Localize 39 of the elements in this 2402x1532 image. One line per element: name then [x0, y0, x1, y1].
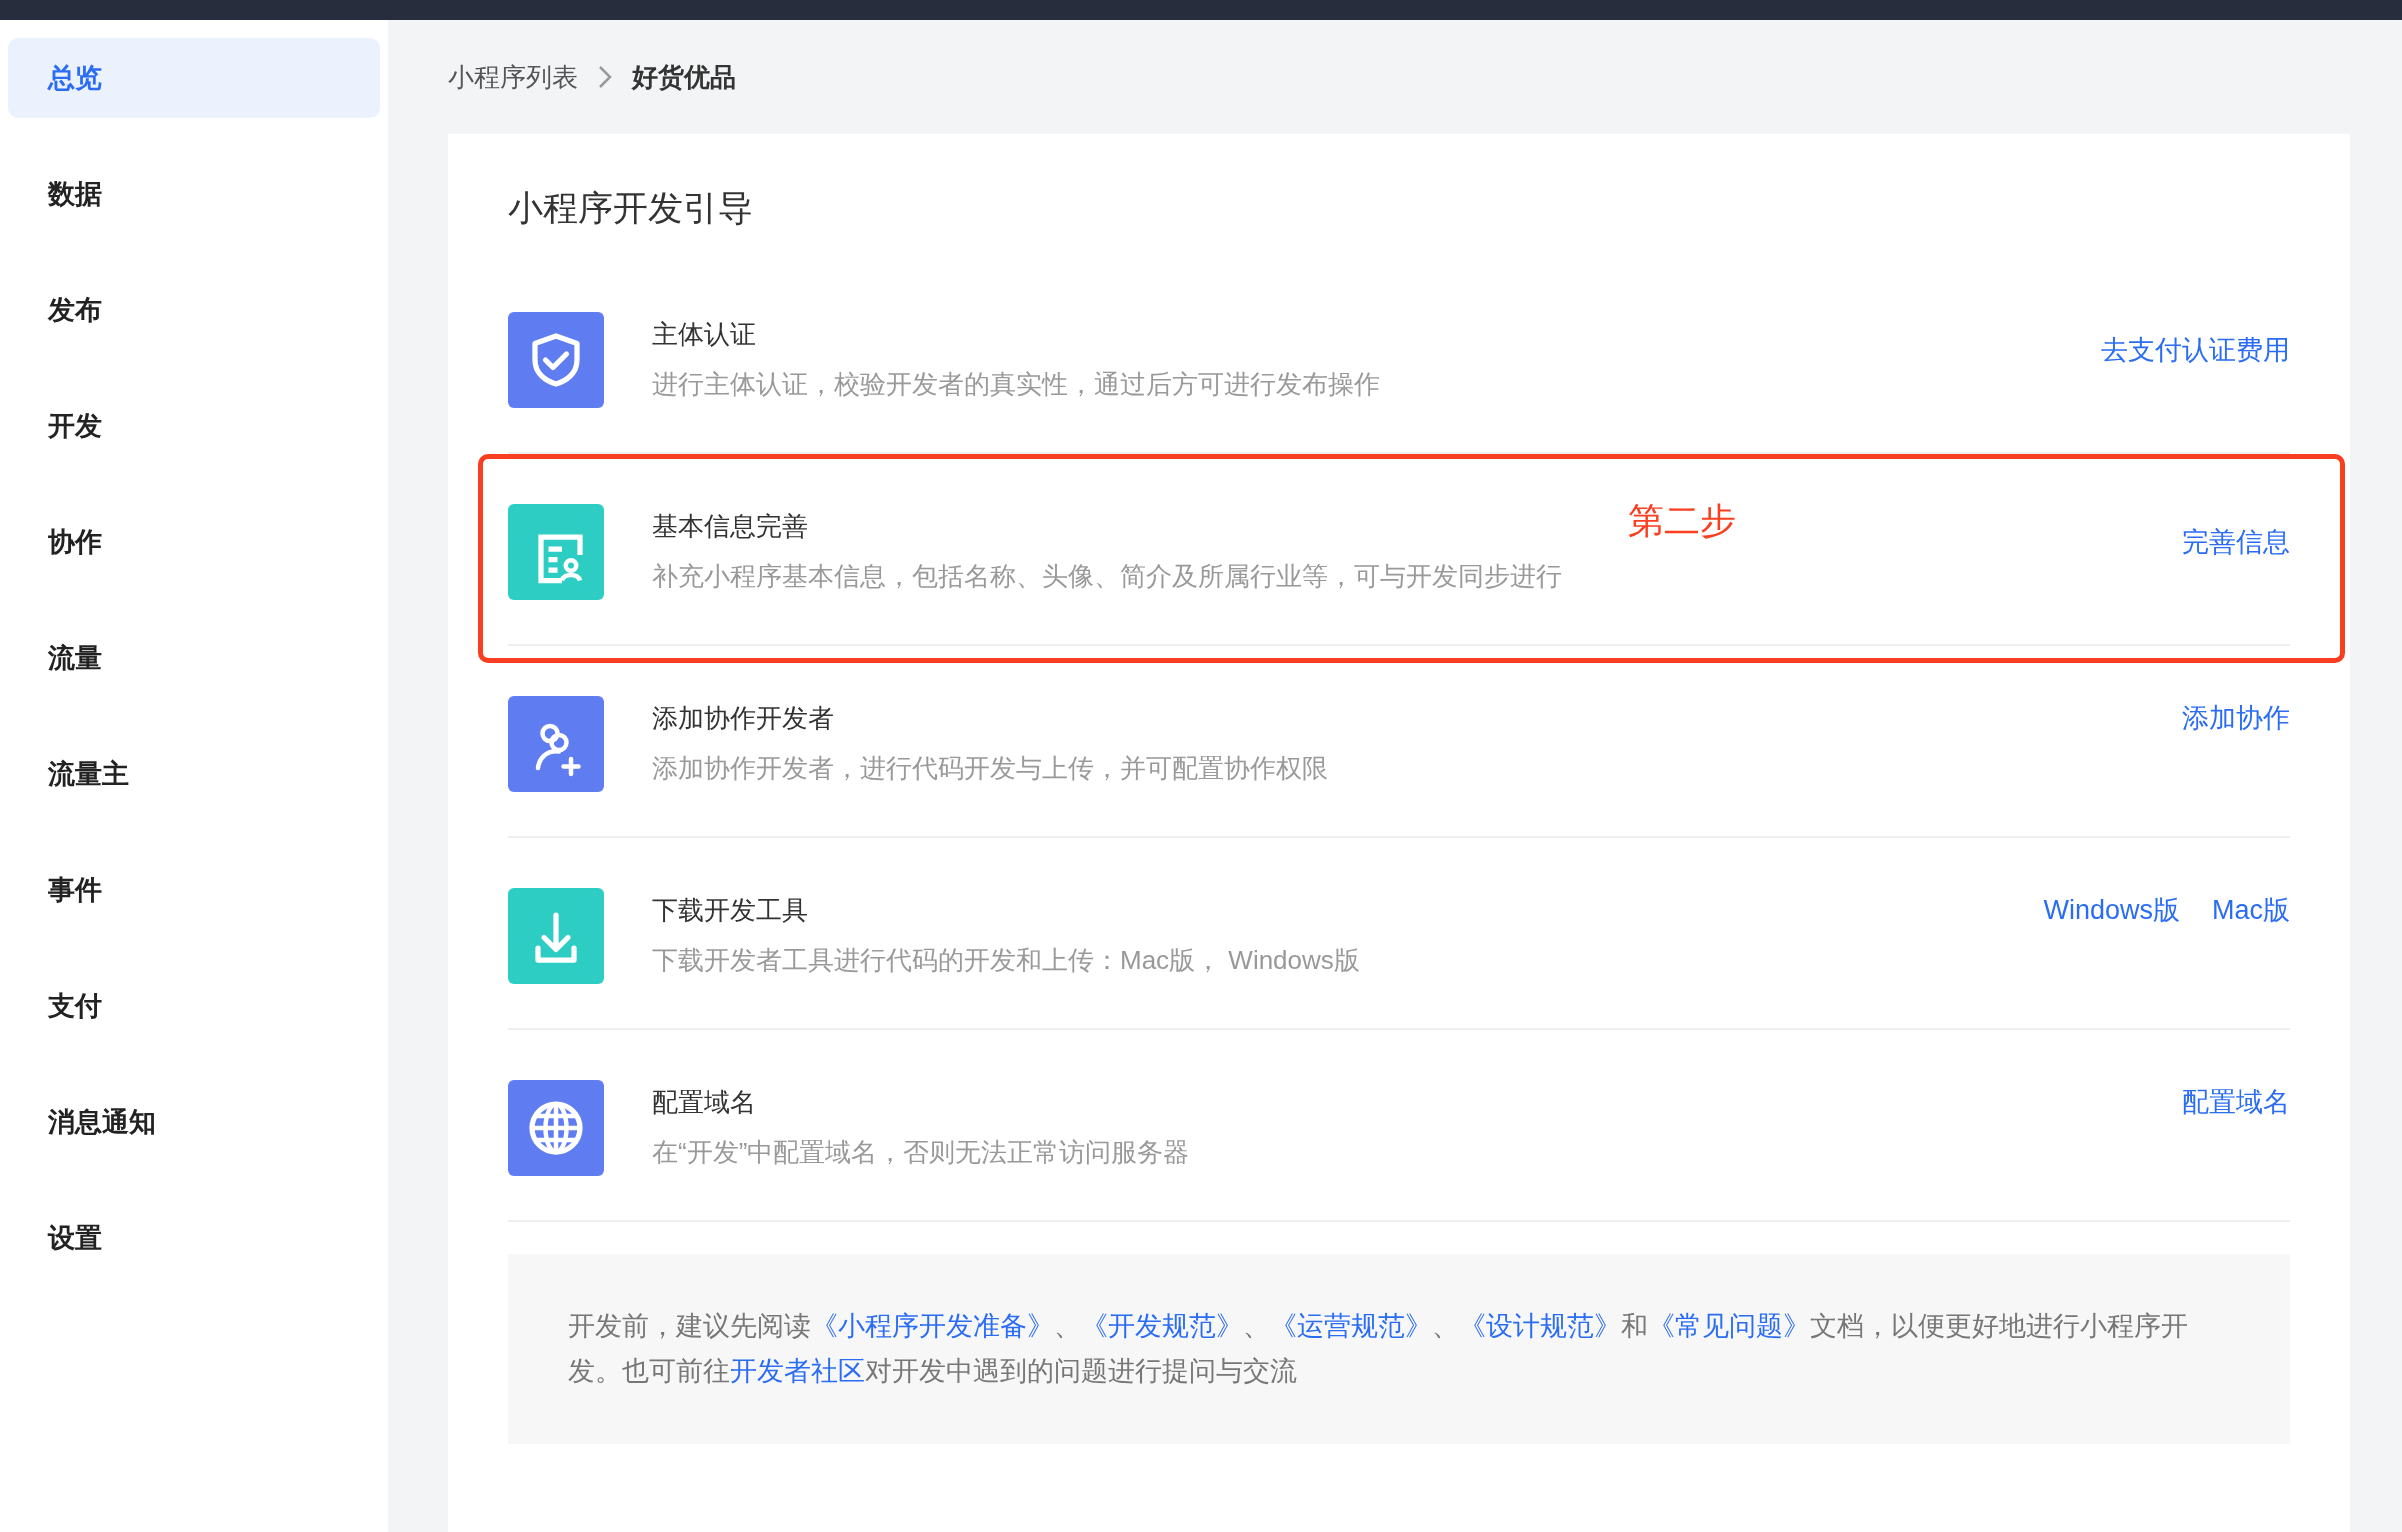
sidebar-item[interactable]: 消息通知: [8, 1082, 380, 1162]
action-link[interactable]: 去支付认证费用: [2101, 332, 2290, 368]
step-title: 基本信息完善: [652, 510, 809, 543]
action-link[interactable]: 配置域名: [2182, 1084, 2290, 1120]
doc-link[interactable]: 开发者社区: [730, 1356, 865, 1386]
step-description: 在“开发”中配置域名，否则无法正常访问服务器: [652, 1136, 1190, 1169]
action-link[interactable]: Mac版: [2212, 892, 2290, 928]
chevron-icon: [598, 65, 612, 89]
step-title: 添加协作开发者: [652, 702, 835, 735]
step-title: 下载开发工具: [652, 894, 809, 927]
sidebar-item[interactable]: 流量主: [8, 734, 380, 814]
breadcrumb-current: 好货优品: [632, 60, 736, 94]
sidebar-item[interactable]: 数据: [8, 154, 380, 234]
sidebar-item[interactable]: 发布: [8, 270, 380, 350]
sidebar-item[interactable]: 协作: [8, 502, 380, 582]
annotation-label: 第二步: [1628, 499, 1736, 543]
step-title: 配置域名: [652, 1086, 757, 1119]
card-title: 小程序开发引导: [508, 187, 754, 229]
sidebar-item[interactable]: 总览: [8, 38, 380, 118]
action-link[interactable]: 添加协作: [2182, 700, 2290, 736]
sidebar-item[interactable]: 开发: [8, 386, 380, 466]
notice-text: 开发前，建议先阅读《小程序开发准备》、《开发规范》、《运营规范》、《设计规范》和《常见问题》文档，以便更好地进行小程序开发。也可前往开发者社区对开发中遇到的问题进行提问与交流: [568, 1310, 2189, 1388]
sidebar-item[interactable]: 设置: [8, 1198, 380, 1278]
step-description: 下载开发者工具进行代码的开发和上传：Mac版， Windows版: [652, 944, 1360, 977]
breadcrumb-link[interactable]: 小程序列表: [448, 57, 578, 97]
sidebar-item[interactable]: 事件: [8, 850, 380, 930]
action-link[interactable]: 完善信息: [2182, 524, 2290, 560]
step-description: 进行主体认证，校验开发者的真实性，通过后方可进行发布操作: [652, 368, 1380, 401]
doc-link[interactable]: 《小程序开发准备》: [811, 1311, 1054, 1341]
doc-link[interactable]: 《设计规范》: [1459, 1311, 1621, 1341]
step-description: 补充小程序基本信息，包括名称、头像、简介及所属行业等，可与开发同步进行: [652, 560, 1562, 593]
doc-link[interactable]: 《常见问题》: [1648, 1311, 1810, 1341]
step-description: 添加协作开发者，进行代码开发与上传，并可配置协作权限: [652, 752, 1328, 785]
step-title: 主体认证: [652, 318, 757, 351]
sidebar-item[interactable]: 支付: [8, 966, 380, 1046]
sidebar-item[interactable]: 流量: [8, 618, 380, 698]
doc-link[interactable]: 《开发规范》: [1081, 1311, 1243, 1341]
doc-link[interactable]: 《运营规范》: [1270, 1311, 1432, 1341]
action-link[interactable]: Windows版: [2043, 892, 2180, 928]
